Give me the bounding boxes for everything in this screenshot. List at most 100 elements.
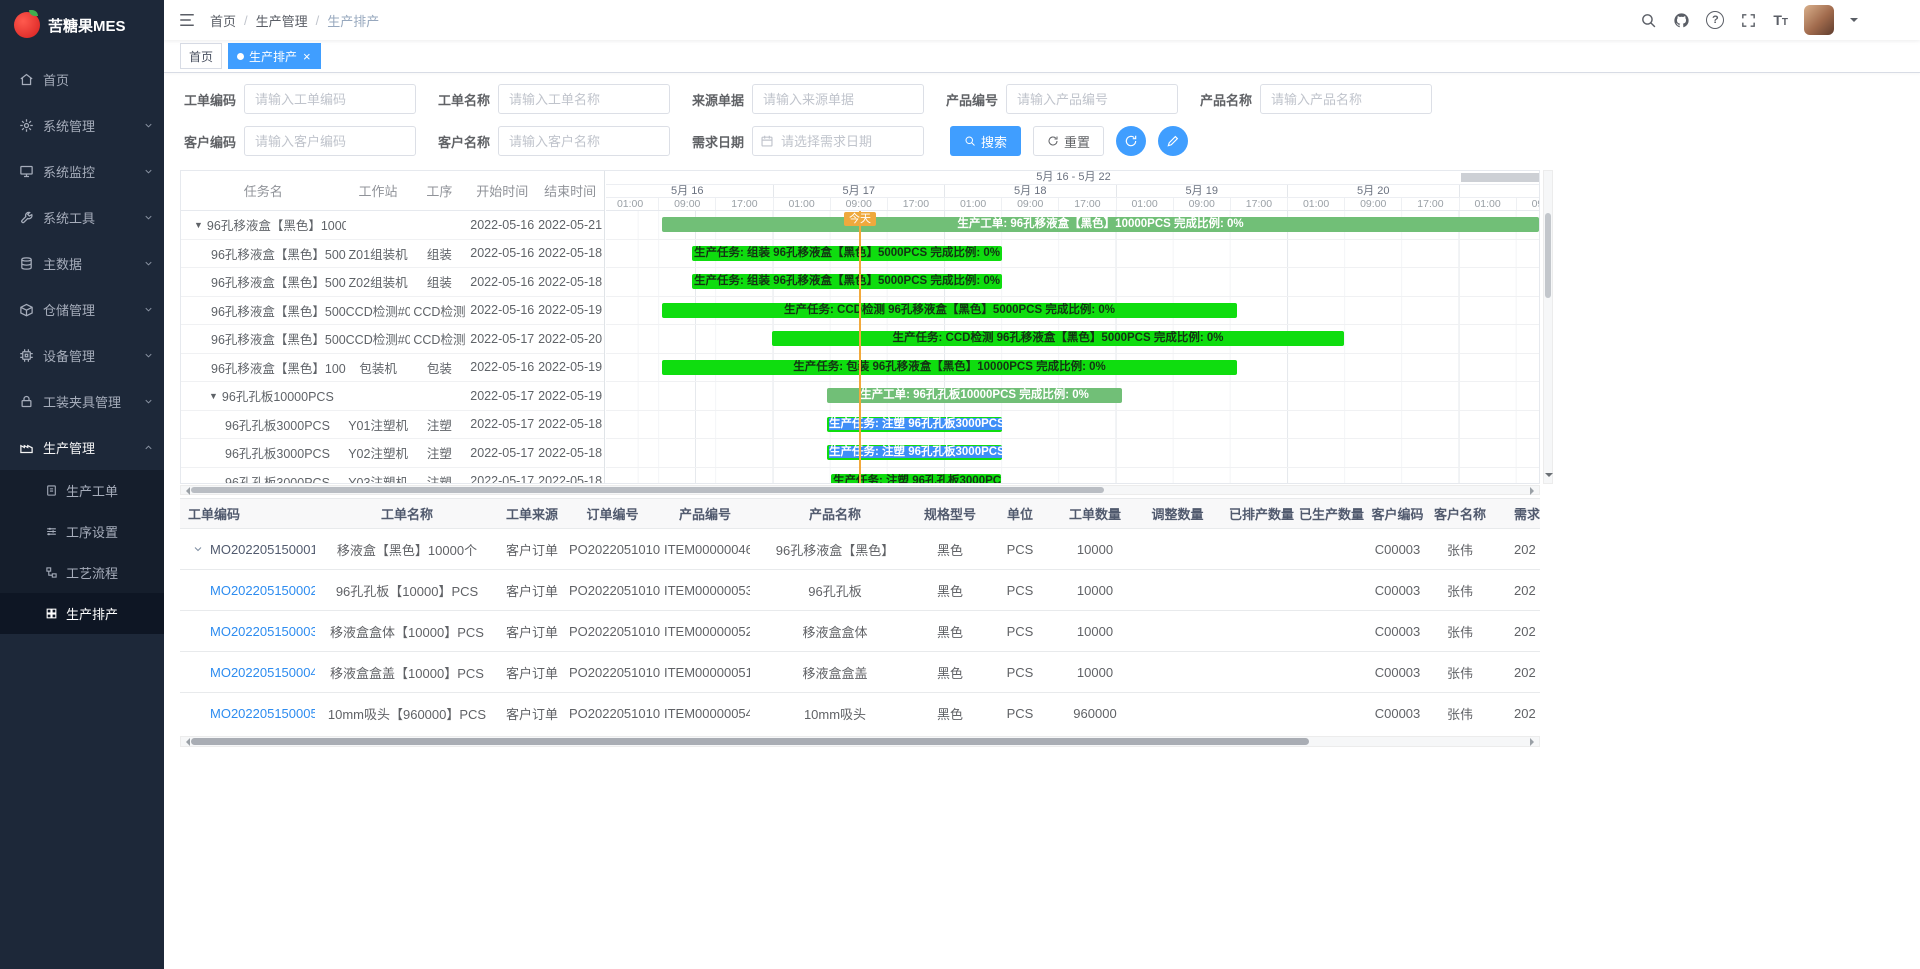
edit-circle-button[interactable]	[1158, 126, 1188, 156]
caret-down-icon[interactable]	[1850, 18, 1858, 26]
gantt-bar-task[interactable]: 生产任务: 注塑 96孔孔板3000PCS 完成比例: 0%	[831, 474, 1001, 485]
scrollbar-thumb[interactable]	[1545, 213, 1551, 298]
task-process: 注塑	[411, 415, 469, 434]
order-row[interactable]: MO202205150003 移液盒盒体【10000】PCS 客户订单 PO20…	[180, 611, 1540, 652]
sidebar-item-equipment[interactable]: 设备管理	[0, 332, 164, 378]
breadcrumb-separator: /	[316, 13, 320, 28]
timeline-scrollbar-thumb[interactable]	[1461, 173, 1539, 182]
sidebar-item-system-admin[interactable]: 系统管理	[0, 102, 164, 148]
gantt-task-row[interactable]: 96孔移液盒【黑色】5000PCS Z02组装机 组装 2022-05-16 2…	[181, 268, 604, 297]
close-icon[interactable]: ×	[302, 50, 312, 63]
order-row[interactable]: MO202205150005 10mm吸头【960000】PCS 客户订单 PO…	[180, 693, 1540, 730]
refresh-circle-button[interactable]	[1116, 126, 1146, 156]
sidebar-item-warehouse[interactable]: 仓储管理	[0, 286, 164, 332]
sidebar-item-master-data[interactable]: 主数据	[0, 240, 164, 286]
scroll-down-icon[interactable]	[1545, 473, 1553, 481]
source-doc-input[interactable]	[752, 84, 924, 114]
produced-qty	[1295, 611, 1365, 652]
collapse-triangle-icon[interactable]: ▼	[209, 391, 218, 401]
order-code-link[interactable]: MO202205150002	[210, 583, 315, 598]
factory-icon	[19, 440, 34, 455]
gantt-vertical-scrollbar[interactable]	[1543, 170, 1553, 484]
reset-button[interactable]: 重置	[1033, 126, 1104, 156]
gantt-bar-work-order[interactable]: 生产工单: 96孔孔板10000PCS 完成比例: 0%	[827, 388, 1122, 403]
product-name: 96孔孔板	[750, 570, 920, 611]
topbar-actions: ? TT	[1640, 0, 1858, 40]
customer-name-input[interactable]	[498, 126, 670, 156]
pencil-icon	[1166, 134, 1180, 148]
search-icon	[964, 135, 976, 147]
order-row[interactable]: MO202205150002 96孔孔板【10000】PCS 客户订单 PO20…	[180, 570, 1540, 611]
orders-horizontal-scrollbar[interactable]	[180, 736, 1540, 747]
gantt-task-row[interactable]: ▼96孔移液盒【黑色】10000PCS 2022-05-16 2022-05-2…	[181, 211, 604, 240]
task-start: 2022-05-17	[468, 332, 536, 346]
gantt-bar-task[interactable]: 生产任务: 组装 96孔移液盒【黑色】5000PCS 完成比例: 0%	[692, 246, 1002, 261]
sidebar-item-system-monitor[interactable]: 系统监控	[0, 148, 164, 194]
sidebar-item-production-scheduling[interactable]: 生产排产	[0, 593, 164, 634]
sidebar-item-production[interactable]: 生产管理	[0, 424, 164, 470]
gantt-task-row[interactable]: 96孔孔板3000PCS Y01注塑机 注塑 2022-05-17 2022-0…	[181, 411, 604, 440]
gantt-task-row[interactable]: 96孔孔板3000PCS Y03注塑机 注塑 2022-05-17 2022-0…	[181, 468, 604, 485]
search-icon[interactable]	[1640, 12, 1657, 29]
gantt-bar-task[interactable]: 生产任务: CCD检测 96孔移液盒【黑色】5000PCS 完成比例: 0%	[772, 331, 1344, 346]
scroll-left-icon[interactable]	[182, 487, 190, 495]
tab-home[interactable]: 首页	[180, 43, 222, 69]
gantt-bar-task[interactable]: 生产任务: 注塑 96孔孔板3000PCS 完成比例: 0%	[827, 445, 1002, 460]
gantt-task-row[interactable]: 96孔移液盒【黑色】10000PCS 包装机 包装 2022-05-16 202…	[181, 354, 604, 383]
order-code[interactable]: MO202205150001	[210, 542, 315, 557]
tab-production-scheduling[interactable]: 生产排产 ×	[228, 43, 321, 69]
order-row[interactable]: MO202205150004 移液盒盒盖【10000】PCS 客户订单 PO20…	[180, 652, 1540, 693]
menu-toggle-icon[interactable]	[178, 11, 196, 29]
product-code-input[interactable]	[1006, 84, 1178, 114]
order-code-link[interactable]: MO202205150004	[210, 665, 315, 680]
sidebar-item-production-work-order[interactable]: 生产工单	[0, 470, 164, 511]
user-avatar[interactable]	[1804, 5, 1834, 35]
gantt-task-row[interactable]: ▼96孔孔板10000PCS 2022-05-17 2022-05-19	[181, 382, 604, 411]
sidebar-item-process-flow[interactable]: 工艺流程	[0, 552, 164, 593]
help-icon[interactable]: ?	[1706, 11, 1724, 29]
task-end: 2022-05-20	[536, 332, 604, 346]
gantt-horizontal-scrollbar[interactable]	[180, 485, 1540, 495]
order-code-link[interactable]: MO202205150003	[210, 624, 315, 639]
sidebar-item-fixture[interactable]: 工装夹具管理	[0, 378, 164, 424]
breadcrumb-production[interactable]: 生产管理	[256, 11, 308, 30]
sidebar-item-system-tools[interactable]: 系统工具	[0, 194, 164, 240]
gantt-bar-task[interactable]: 生产任务: 注塑 96孔孔板3000PCS 完成比例: 0%	[827, 417, 1002, 432]
fullscreen-icon[interactable]	[1740, 12, 1757, 29]
scheduled-qty	[1225, 570, 1295, 611]
search-button[interactable]: 搜索	[950, 126, 1021, 156]
gantt-bar-task[interactable]: 生产任务: 组装 96孔移液盒【黑色】5000PCS 完成比例: 0%	[692, 274, 1002, 289]
work-order-name-input[interactable]	[498, 84, 670, 114]
gantt-bar-row: 生产任务: 注塑 96孔孔板3000PCS 完成比例: 0%	[606, 411, 1540, 440]
scrollbar-thumb[interactable]	[191, 487, 1104, 493]
gantt-task-row[interactable]: 96孔孔板3000PCS Y02注塑机 注塑 2022-05-17 2022-0…	[181, 439, 604, 468]
sidebar-item-process-settings[interactable]: 工序设置	[0, 511, 164, 552]
breadcrumb-home[interactable]: 首页	[210, 11, 236, 30]
gantt-day-row: 5月 16 5月 17 5月 18 5月 19 5月 20	[606, 185, 1540, 198]
order-row[interactable]: MO202205150001 移液盒【黑色】10000个 客户订单 PO2022…	[180, 529, 1540, 570]
scroll-right-icon[interactable]	[1530, 738, 1538, 746]
collapse-triangle-icon[interactable]: ▼	[194, 220, 203, 230]
customer-code-input[interactable]	[244, 126, 416, 156]
gantt-bar-task[interactable]: 生产任务: 包装 96孔移液盒【黑色】10000PCS 完成比例: 0%	[662, 360, 1237, 375]
hour-cell: 09:00	[1001, 198, 1058, 210]
order-code-link[interactable]: MO202205150005	[210, 706, 315, 721]
col-spec: 规格型号	[920, 499, 980, 529]
product-name-input[interactable]	[1260, 84, 1432, 114]
chevron-down-icon[interactable]	[192, 543, 204, 555]
scrollbar-thumb[interactable]	[191, 738, 1309, 745]
github-icon[interactable]	[1673, 12, 1690, 29]
col-order-no: 订单编号	[565, 499, 660, 529]
scroll-left-icon[interactable]	[182, 738, 190, 746]
gantt-bar-task[interactable]: 生产任务: CCD检测 96孔移液盒【黑色】5000PCS 完成比例: 0%	[662, 303, 1237, 318]
gantt-bar-work-order[interactable]: 生产工单: 96孔移液盒【黑色】10000PCS 完成比例: 0%	[662, 217, 1539, 232]
font-size-icon[interactable]: TT	[1773, 12, 1788, 28]
work-order-code-input[interactable]	[244, 84, 416, 114]
scroll-right-icon[interactable]	[1530, 487, 1538, 495]
gantt-task-row[interactable]: 96孔移液盒【黑色】5000PCS Z01组装机 组装 2022-05-16 2…	[181, 240, 604, 269]
sidebar-item-home[interactable]: 首页	[0, 56, 164, 102]
demand-date-input[interactable]	[752, 126, 924, 156]
app-logo[interactable]: 苦糖果MES	[0, 0, 164, 50]
gantt-task-row[interactable]: 96孔移液盒【黑色】5000PCS CCD检测#01 CCD检测 2022-05…	[181, 297, 604, 326]
gantt-task-row[interactable]: 96孔移液盒【黑色】5000PCS CCD检测#02 CCD检测 2022-05…	[181, 325, 604, 354]
